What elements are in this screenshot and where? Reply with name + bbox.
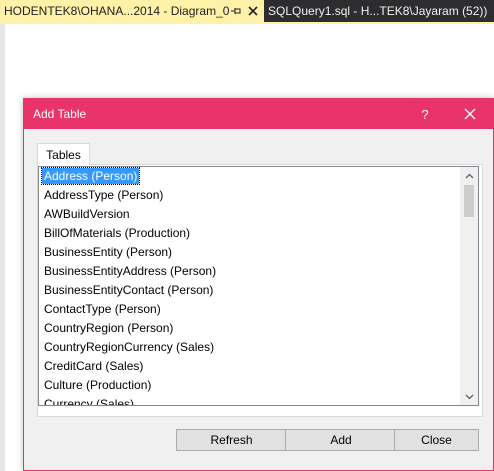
list-item-label: BusinessEntity (Person) xyxy=(44,245,173,259)
add-button[interactable]: Add xyxy=(285,429,397,451)
tab-sqlquery[interactable]: SQLQuery1.sql - H...TEK8\Jayaram (52)) xyxy=(264,0,494,22)
list-item[interactable]: ContactType (Person) xyxy=(39,300,460,319)
tab-diagram[interactable]: HODENTEK8\OHANA...2014 - Diagram_0 xyxy=(0,0,264,22)
vertical-scrollbar[interactable] xyxy=(460,167,478,405)
tab-tables[interactable]: Tables xyxy=(37,143,90,165)
list-item-label: BillOfMaterials (Production) xyxy=(44,226,191,240)
list-item-label: ContactType (Person) xyxy=(44,302,161,316)
list-item[interactable]: BusinessEntityAddress (Person) xyxy=(39,262,460,281)
add-table-dialog: Add Table ? Tables Address (Person) Addre… xyxy=(23,98,494,471)
close-icon[interactable] xyxy=(246,4,260,18)
tables-list: Address (Person) AddressType (Person) AWBu… xyxy=(39,167,460,405)
list-item-label: Culture (Production) xyxy=(44,378,152,392)
list-item-label: AWBuildVersion xyxy=(44,207,130,221)
help-button[interactable]: ? xyxy=(414,99,436,129)
chevron-down-icon xyxy=(465,394,473,399)
tab-sqlquery-label: SQLQuery1.sql - H...TEK8\Jayaram (52)) xyxy=(268,4,488,18)
list-item[interactable]: CountryRegion (Person) xyxy=(39,319,460,338)
list-item[interactable]: CountryRegionCurrency (Sales) xyxy=(39,338,460,357)
document-tab-strip: HODENTEK8\OHANA...2014 - Diagram_0 SQLQu… xyxy=(0,0,494,22)
list-item[interactable]: CreditCard (Sales) xyxy=(39,357,460,376)
canvas-left-edge xyxy=(0,24,5,471)
chevron-up-icon xyxy=(465,173,473,178)
list-item[interactable]: BusinessEntity (Person) xyxy=(39,243,460,262)
list-item[interactable]: Currency (Sales) xyxy=(39,395,460,405)
list-item-label: Address (Person) xyxy=(40,167,141,185)
list-item[interactable]: Culture (Production) xyxy=(39,376,460,395)
list-item-label: BusinessEntityAddress (Person) xyxy=(44,264,217,278)
refresh-button[interactable]: Refresh xyxy=(176,429,287,451)
list-item[interactable]: BusinessEntityContact (Person) xyxy=(39,281,460,300)
list-item-label: BusinessEntityContact (Person) xyxy=(44,283,214,297)
list-item-label: Currency (Sales) xyxy=(44,397,135,405)
tables-listbox[interactable]: Address (Person) AddressType (Person) AWBu… xyxy=(38,166,479,406)
close-button[interactable]: Close xyxy=(394,429,479,451)
scroll-thumb[interactable] xyxy=(464,185,474,217)
dialog-title: Add Table xyxy=(33,107,87,121)
pin-icon[interactable] xyxy=(229,4,243,18)
dialog-close-button[interactable] xyxy=(448,99,492,129)
dialog-titlebar[interactable]: Add Table ? xyxy=(24,99,493,129)
list-item[interactable]: Address (Person) xyxy=(39,167,460,186)
scroll-down-button[interactable] xyxy=(460,388,478,405)
scroll-up-button[interactable] xyxy=(460,167,478,184)
close-icon xyxy=(464,108,476,120)
list-item-label: AddressType (Person) xyxy=(44,188,164,202)
tab-diagram-label: HODENTEK8\OHANA...2014 - Diagram_0 xyxy=(4,4,230,18)
list-item[interactable]: BillOfMaterials (Production) xyxy=(39,224,460,243)
list-item-label: CountryRegionCurrency (Sales) xyxy=(44,340,215,354)
list-item-label: CountryRegion (Person) xyxy=(44,321,174,335)
list-item[interactable]: AWBuildVersion xyxy=(39,205,460,224)
list-item[interactable]: AddressType (Person) xyxy=(39,186,460,205)
list-item-label: CreditCard (Sales) xyxy=(44,359,144,373)
